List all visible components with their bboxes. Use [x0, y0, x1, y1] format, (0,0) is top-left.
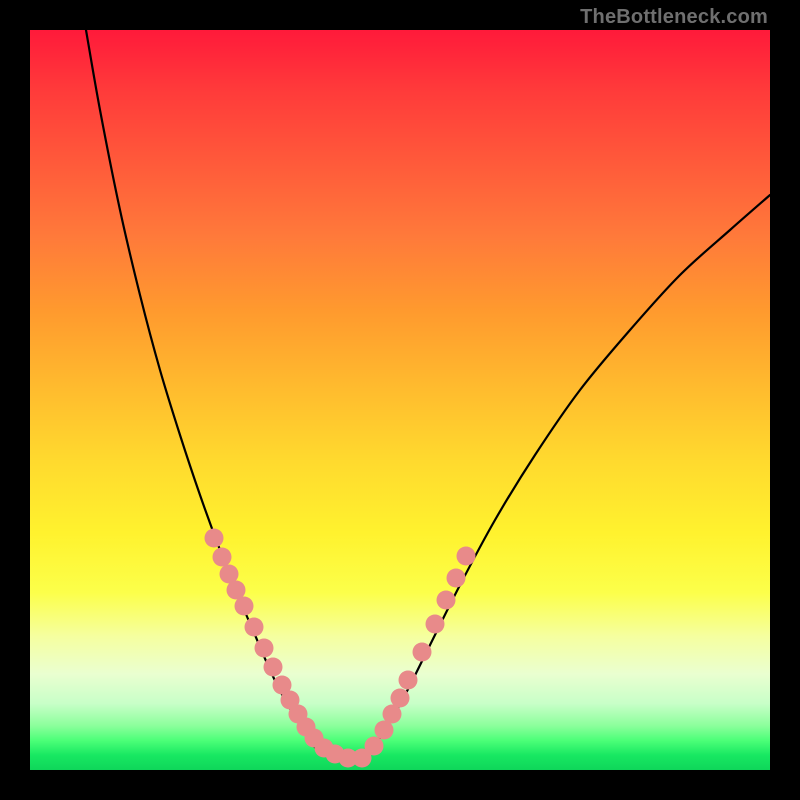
dots-left-dot — [235, 597, 254, 616]
dots-right-dot — [399, 671, 418, 690]
dots-left-dot — [213, 548, 232, 567]
curve-svg — [30, 30, 770, 770]
dots-right-dot — [413, 643, 432, 662]
dot-overlay-group — [205, 529, 476, 768]
plot-area — [30, 30, 770, 770]
dots-right-dot — [447, 569, 466, 588]
dots-left-dot — [255, 639, 274, 658]
dots-left-dot — [245, 618, 264, 637]
chart-frame: TheBottleneck.com — [0, 0, 800, 800]
watermark-label: TheBottleneck.com — [580, 6, 768, 29]
dots-right-dot — [457, 547, 476, 566]
dots-right-dot — [365, 737, 384, 756]
dots-left-dot — [205, 529, 224, 548]
dots-left-dot — [264, 658, 283, 677]
dots-right-dot — [437, 591, 456, 610]
dots-right-dot — [426, 615, 445, 634]
dots-right-dot — [391, 689, 410, 708]
